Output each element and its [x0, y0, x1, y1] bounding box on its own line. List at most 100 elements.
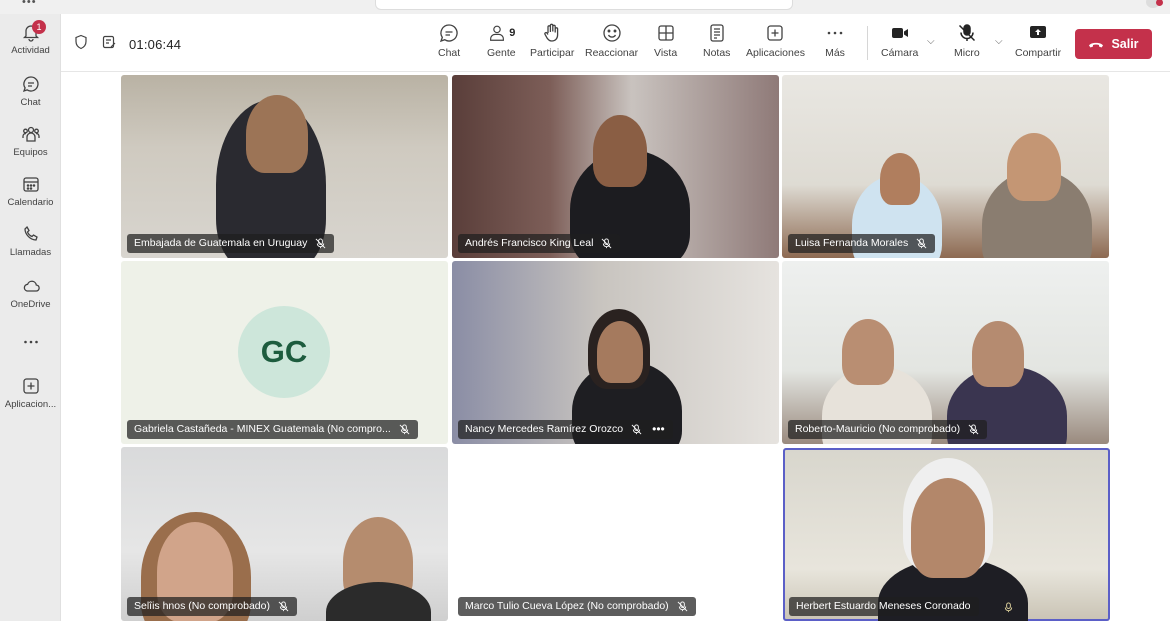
rail-item-label: Calendario — [7, 197, 54, 208]
participant-name: Marco Tulio Cueva López (No comprobado) — [465, 600, 669, 612]
more-options-icon[interactable]: ••• — [652, 420, 665, 439]
participant-name: Gabriela Castañeda - MINEX Guatemala (No… — [134, 423, 391, 435]
react-button[interactable]: Reaccionar — [585, 22, 638, 59]
shield-icon[interactable] — [73, 34, 89, 55]
app-launcher-icon[interactable]: ••• — [22, 0, 37, 8]
participant-face — [972, 321, 1024, 387]
mic-muted-icon — [968, 424, 979, 435]
participant-namebar: Roberto-Mauricio (No comprobado) — [788, 420, 988, 439]
more-apps-icon — [21, 332, 41, 352]
participant-name: Herbert Estuardo Meneses Coronado — [796, 600, 971, 612]
video-grid: Embajada de Guatemala en Uruguay Andrés … — [61, 72, 1170, 621]
rail-item-label: OneDrive — [10, 299, 51, 310]
view-button[interactable]: Vista — [654, 22, 677, 59]
video-tile[interactable]: Roberto-Mauricio (No comprobado) — [782, 261, 1109, 444]
people-icon: 9 — [487, 22, 516, 44]
participant-face — [842, 319, 894, 385]
meeting-toolbar: 01:06:44 Chat 9 Gente Participar Reaccio… — [61, 14, 1170, 72]
share-screen-icon — [1015, 22, 1061, 44]
participant-name: Embajada de Guatemala en Uruguay — [134, 237, 308, 249]
participant-namebar: Herbert Estuardo Meneses Coronado — [789, 597, 979, 616]
rail-item-teams[interactable]: Equipos — [0, 124, 61, 158]
search-box[interactable] — [375, 0, 793, 10]
teams-icon — [21, 124, 41, 144]
notes-button-label: Notas — [703, 47, 731, 59]
cloud-icon — [21, 276, 41, 296]
raise-hand-button[interactable]: Participar — [530, 22, 574, 59]
rail-item-label: Aplicacion... — [4, 399, 57, 410]
participant-face — [911, 478, 985, 578]
apps-button[interactable]: Aplicaciones — [746, 22, 805, 59]
meeting-timer: 01:06:44 — [129, 37, 182, 52]
meeting-notes-icon[interactable] — [101, 34, 117, 55]
video-tile[interactable]: Nancy Mercedes Ramírez Orozco ••• — [452, 261, 779, 444]
app-rail: 1 Actividad Chat Equipos Calendario Llam… — [0, 14, 61, 621]
mic-button[interactable]: Micro — [954, 22, 980, 59]
people-button[interactable]: 9 Gente — [487, 22, 516, 59]
chat-button[interactable]: Chat — [438, 22, 460, 59]
notes-button[interactable]: Notas — [703, 22, 730, 59]
participant-namebar: Luisa Fernanda Morales — [788, 234, 936, 253]
mic-muted-icon — [631, 424, 642, 435]
apps-button-label: Aplicaciones — [746, 47, 805, 59]
react-button-label: Reaccionar — [585, 47, 639, 59]
chat-button-label: Chat — [438, 47, 461, 59]
participant-name: Nancy Mercedes Ramírez Orozco — [465, 423, 624, 435]
rail-item-activity[interactable]: 1 Actividad — [0, 20, 61, 56]
phone-icon — [21, 224, 41, 244]
participant-face — [593, 115, 647, 187]
leave-button[interactable]: Salir — [1075, 29, 1152, 59]
share-button[interactable]: Compartir — [1015, 22, 1061, 59]
participant-name: Andrés Francisco King Leal — [465, 237, 594, 249]
video-tile[interactable]: GC Gabriela Castañeda - MINEX Guatemala … — [121, 261, 448, 444]
mic-muted-icon — [677, 601, 688, 612]
mic-options-chevron-icon[interactable]: ⌵ — [995, 36, 1003, 47]
hand-icon — [530, 22, 574, 44]
rail-item-apps[interactable]: Aplicacion... — [0, 376, 61, 410]
rail-item-calendar[interactable]: Calendario — [0, 174, 61, 208]
mic-muted-icon — [601, 238, 612, 249]
participant-namebar: Selîis hnos (No comprobado) — [127, 597, 297, 616]
mic-on-icon — [1004, 602, 1013, 613]
raise-hand-label: Participar — [530, 47, 575, 59]
grid-view-icon — [654, 22, 677, 44]
participant-face — [1007, 133, 1061, 201]
participant-namebar: Andrés Francisco King Leal — [458, 234, 621, 253]
rail-item-more[interactable] — [0, 332, 61, 355]
toolbar-divider — [867, 26, 868, 60]
window-top-strip: ••• — [0, 0, 1170, 14]
participant-namebar: Gabriela Castañeda - MINEX Guatemala (No… — [127, 420, 418, 439]
rail-item-label: Llamadas — [9, 247, 52, 258]
chat-icon — [21, 74, 41, 94]
participant-name: Selîis hnos (No comprobado) — [134, 600, 270, 612]
people-count: 9 — [509, 27, 516, 39]
rail-item-chat[interactable]: Chat — [0, 74, 61, 108]
notes-icon — [703, 22, 730, 44]
camera-button[interactable]: Cámara — [881, 22, 918, 59]
camera-options-chevron-icon[interactable]: ⌵ — [927, 36, 935, 47]
people-button-label: Gente — [487, 47, 516, 59]
mic-button-label: Micro — [954, 47, 980, 59]
video-tile[interactable]: Luisa Fernanda Morales — [782, 75, 1109, 258]
mic-off-icon — [954, 22, 980, 44]
camera-icon — [881, 22, 918, 44]
video-tile[interactable]: Embajada de Guatemala en Uruguay — [121, 75, 448, 258]
participant-namebar: Marco Tulio Cueva López (No comprobado) — [458, 597, 696, 616]
meeting-info: 01:06:44 — [73, 34, 181, 55]
video-tile-active-speaker[interactable]: Herbert Estuardo Meneses Coronado — [783, 448, 1110, 621]
mic-muted-icon — [916, 238, 927, 249]
rail-item-onedrive[interactable]: OneDrive — [0, 276, 61, 310]
profile-avatar[interactable] — [1146, 0, 1163, 8]
more-button[interactable]: Más — [824, 22, 846, 59]
rail-item-calls[interactable]: Llamadas — [0, 224, 61, 258]
mic-muted-icon — [315, 238, 326, 249]
more-button-label: Más — [825, 47, 845, 59]
video-tile[interactable]: Marco Tulio Cueva López (No comprobado) — [452, 447, 779, 621]
video-tile[interactable]: Andrés Francisco King Leal — [452, 75, 779, 258]
chat-icon — [438, 22, 460, 44]
participant-namebar: Nancy Mercedes Ramírez Orozco ••• — [458, 420, 673, 439]
participant-name: Luisa Fernanda Morales — [795, 237, 909, 249]
video-tile[interactable]: Selîis hnos (No comprobado) — [121, 447, 448, 621]
calendar-icon — [21, 174, 41, 194]
mic-muted-icon — [399, 424, 410, 435]
